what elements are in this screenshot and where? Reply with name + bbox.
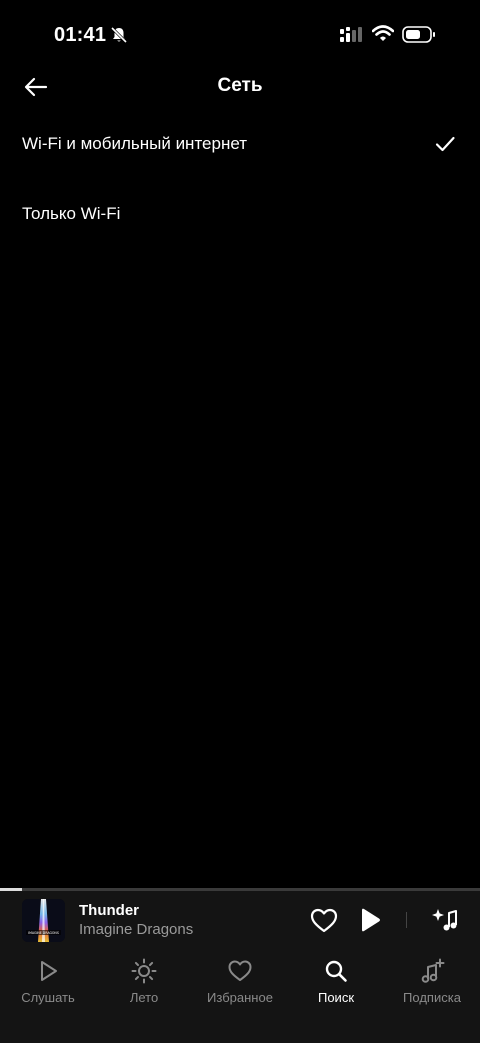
option-wifi-and-mobile[interactable]: Wi-Fi и мобильный интернет bbox=[0, 115, 480, 175]
cover-text: IMAGINE DRAGONS bbox=[28, 931, 59, 935]
option-label: Wi-Fi и мобильный интернет bbox=[22, 134, 248, 153]
option-label: Только Wi-Fi bbox=[22, 204, 121, 223]
nav-label: Избранное bbox=[207, 990, 273, 1005]
music-plus-icon bbox=[421, 958, 445, 983]
bottom-nav: Слушать Лето Избранное Поиск Подписка bbox=[0, 952, 480, 1043]
page-title: Сеть bbox=[217, 75, 263, 96]
play-outline-icon bbox=[41, 961, 57, 981]
nav-item-listen[interactable]: Слушать bbox=[0, 952, 96, 1022]
option-wifi-only[interactable]: Только Wi-Fi bbox=[0, 185, 480, 245]
nav-label: Слушать bbox=[21, 990, 75, 1005]
track-title: Thunder bbox=[79, 902, 139, 919]
cellular-signal-icon bbox=[340, 27, 362, 42]
status-bar: 01:41 bbox=[0, 0, 480, 70]
bell-mute-icon bbox=[110, 26, 128, 44]
search-icon bbox=[325, 960, 347, 982]
track-artist: Imagine Dragons bbox=[79, 921, 194, 938]
wifi-icon bbox=[372, 25, 394, 41]
nav-item-favorites[interactable]: Избранное bbox=[192, 952, 288, 1022]
nav-label: Поиск bbox=[317, 990, 355, 1005]
progress-track[interactable] bbox=[0, 888, 480, 891]
nav-item-search[interactable]: Поиск bbox=[288, 952, 384, 1022]
nav-item-summer[interactable]: Лето bbox=[96, 952, 192, 1022]
sparkle-note-icon[interactable] bbox=[431, 907, 459, 933]
heart-icon bbox=[228, 960, 252, 981]
heart-icon[interactable] bbox=[310, 908, 338, 934]
battery-icon bbox=[402, 26, 435, 43]
play-icon[interactable] bbox=[358, 907, 382, 933]
player-divider bbox=[406, 912, 407, 928]
progress-fill bbox=[0, 888, 23, 891]
nav-label: Лето bbox=[129, 990, 159, 1005]
album-cover: IMAGINE DRAGONS bbox=[22, 899, 65, 942]
nav-label: Подписка bbox=[403, 990, 461, 1005]
nav-item-subscription[interactable]: Подписка bbox=[384, 952, 480, 1022]
status-time: 01:41 bbox=[54, 24, 107, 46]
mini-player[interactable]: IMAGINE DRAGONS Thunder Imagine Dragons bbox=[0, 888, 480, 952]
header: Сеть bbox=[0, 62, 480, 110]
sun-icon bbox=[131, 958, 157, 984]
checkmark-icon bbox=[435, 136, 455, 152]
